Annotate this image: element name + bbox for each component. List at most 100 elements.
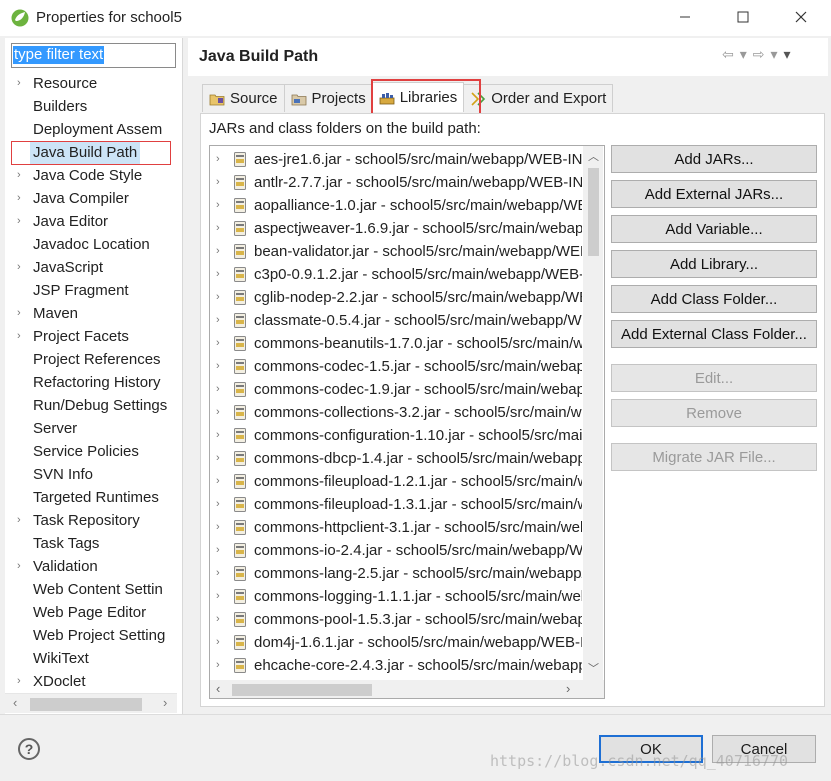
nav-item[interactable]: Web Project Setting — [5, 624, 177, 647]
forward-dropdown-icon[interactable]: ▾ — [771, 46, 778, 63]
scroll-up-icon[interactable]: ︿ — [588, 148, 599, 164]
scroll-left-icon[interactable]: ‹ — [13, 695, 17, 710]
nav-item[interactable]: › Java Code Style — [5, 164, 177, 187]
add-variable-button[interactable]: Add Variable... — [611, 215, 817, 243]
expand-arrow-icon[interactable]: › — [17, 72, 27, 95]
jar-list-item[interactable]: › commons-fileupload-1.2.1.jar - school5/… — [210, 470, 582, 493]
jar-list-item[interactable]: › commons-codec-1.5.jar - school5/src/mai… — [210, 355, 582, 378]
minimize-button[interactable] — [662, 0, 708, 34]
back-arrow-icon[interactable]: ⇦ — [722, 46, 734, 63]
jar-list-item[interactable]: › commons-beanutils-1.7.0.jar - school5/s… — [210, 332, 582, 355]
tab-order-and-export[interactable]: Order and Export — [463, 84, 614, 112]
scroll-thumb[interactable] — [232, 684, 372, 696]
expand-arrow-icon[interactable]: › — [216, 332, 220, 355]
jar-list-item[interactable]: › commons-dbcp-1.4.jar - school5/src/main… — [210, 447, 582, 470]
expand-arrow-icon[interactable]: › — [17, 302, 27, 325]
scroll-thumb[interactable] — [30, 698, 142, 711]
migrate-jar-file-button[interactable]: Migrate JAR File... — [611, 443, 817, 471]
expand-arrow-icon[interactable]: › — [216, 263, 220, 286]
scroll-down-icon[interactable]: ﹀ — [588, 660, 599, 676]
edit-button[interactable]: Edit... — [611, 364, 817, 392]
nav-item[interactable]: › Java Compiler — [5, 187, 177, 210]
expand-arrow-icon[interactable]: › — [216, 148, 220, 171]
expand-arrow-icon[interactable]: › — [17, 164, 27, 187]
nav-item[interactable]: Refactoring History — [5, 371, 177, 394]
expand-arrow-icon[interactable]: › — [216, 585, 220, 608]
expand-arrow-icon[interactable]: › — [216, 562, 220, 585]
expand-arrow-icon[interactable]: › — [17, 325, 27, 348]
jar-list-item[interactable]: › commons-httpclient-3.1.jar - school5/sr… — [210, 516, 582, 539]
jar-list-item[interactable]: › commons-pool-1.5.3.jar - school5/src/ma… — [210, 608, 582, 631]
maximize-button[interactable] — [720, 0, 766, 34]
expand-arrow-icon[interactable]: › — [216, 309, 220, 332]
nav-item[interactable]: › JavaScript — [5, 256, 177, 279]
nav-item[interactable]: › Java Editor — [5, 210, 177, 233]
nav-item[interactable]: › Resource — [5, 72, 177, 95]
expand-arrow-icon[interactable]: › — [17, 670, 27, 693]
nav-item[interactable]: Task Tags — [5, 532, 177, 555]
scroll-left-icon[interactable]: ‹ — [216, 681, 220, 696]
jar-list-item[interactable]: › c3p0-0.9.1.2.jar - school5/src/main/web… — [210, 263, 582, 286]
tab-libraries[interactable]: Libraries — [371, 82, 465, 112]
expand-arrow-icon[interactable]: › — [17, 187, 27, 210]
nav-item[interactable]: SVN Info — [5, 463, 177, 486]
jar-list-item[interactable]: › antlr-2.7.7.jar - school5/src/main/weba… — [210, 171, 582, 194]
jar-list-item[interactable]: › commons-lang-2.5.jar - school5/src/main… — [210, 562, 582, 585]
nav-item[interactable]: Deployment Assem — [5, 118, 177, 141]
expand-arrow-icon[interactable]: › — [216, 355, 220, 378]
nav-item[interactable]: Web Page Editor — [5, 601, 177, 624]
jar-list-item[interactable]: › ehcache-core-2.4.3.jar - school5/src/ma… — [210, 654, 582, 677]
expand-arrow-icon[interactable]: › — [216, 493, 220, 516]
expand-arrow-icon[interactable]: › — [17, 256, 27, 279]
jar-list-item[interactable]: › dom4j-1.6.1.jar - school5/src/main/weba… — [210, 631, 582, 654]
expand-arrow-icon[interactable]: › — [216, 539, 220, 562]
nav-item[interactable]: WikiText — [5, 647, 177, 670]
nav-item[interactable]: › Maven — [5, 302, 177, 325]
jar-list-item[interactable]: › commons-collections-3.2.jar - school5/s… — [210, 401, 582, 424]
nav-item[interactable]: › Validation — [5, 555, 177, 578]
nav-horizontal-scrollbar[interactable]: ‹ › — [5, 693, 177, 713]
nav-item[interactable]: Project References — [5, 348, 177, 371]
expand-arrow-icon[interactable]: › — [216, 631, 220, 654]
nav-item[interactable]: Run/Debug Settings — [5, 394, 177, 417]
tab-projects[interactable]: Projects — [283, 84, 373, 112]
expand-arrow-icon[interactable]: › — [17, 555, 27, 578]
expand-arrow-icon[interactable]: › — [216, 516, 220, 539]
nav-item[interactable]: Web Content Settin — [5, 578, 177, 601]
jar-list-item[interactable]: › classmate-0.5.4.jar - school5/src/main/… — [210, 309, 582, 332]
jar-list-item[interactable]: › commons-io-2.4.jar - school5/src/main/w… — [210, 539, 582, 562]
close-button[interactable] — [778, 0, 824, 34]
expand-arrow-icon[interactable]: › — [17, 509, 27, 532]
jar-list-item[interactable]: › aspectjweaver-1.6.9.jar - school5/src/m… — [210, 217, 582, 240]
expand-arrow-icon[interactable]: › — [216, 401, 220, 424]
help-icon[interactable]: ? — [18, 738, 40, 760]
add-external-class-folder-button[interactable]: Add External Class Folder... — [611, 320, 817, 348]
jar-list-item[interactable]: › commons-logging-1.1.1.jar - school5/src… — [210, 585, 582, 608]
nav-item[interactable]: Targeted Runtimes — [5, 486, 177, 509]
nav-item[interactable]: Javadoc Location — [5, 233, 177, 256]
remove-button[interactable]: Remove — [611, 399, 817, 427]
expand-arrow-icon[interactable]: › — [216, 286, 220, 309]
nav-item[interactable]: Server — [5, 417, 177, 440]
expand-arrow-icon[interactable]: › — [216, 217, 220, 240]
expand-arrow-icon[interactable]: › — [216, 654, 220, 677]
expand-arrow-icon[interactable]: › — [216, 240, 220, 263]
add-jars-button[interactable]: Add JARs... — [611, 145, 817, 173]
scroll-right-icon[interactable]: › — [566, 681, 570, 696]
expand-arrow-icon[interactable]: › — [216, 447, 220, 470]
nav-item[interactable]: Java Build Path — [5, 141, 177, 164]
expand-arrow-icon[interactable]: › — [216, 608, 220, 631]
jar-list[interactable]: › aes-jre1.6.jar - school5/src/main/webap… — [209, 145, 605, 699]
jar-list-vertical-scrollbar[interactable]: ︿ ﹀ — [583, 146, 603, 680]
nav-item[interactable]: JSP Fragment — [5, 279, 177, 302]
jar-list-item[interactable]: › bean-validator.jar - school5/src/main/w… — [210, 240, 582, 263]
jar-list-item[interactable]: › aopalliance-1.0.jar - school5/src/main/… — [210, 194, 582, 217]
jar-list-item[interactable]: › aes-jre1.6.jar - school5/src/main/webap… — [210, 148, 582, 171]
jar-list-item[interactable]: › commons-configuration-1.10.jar - school… — [210, 424, 582, 447]
nav-item[interactable]: Service Policies — [5, 440, 177, 463]
jar-list-item[interactable]: › commons-codec-1.9.jar - school5/src/mai… — [210, 378, 582, 401]
forward-arrow-icon[interactable]: ⇨ — [753, 46, 765, 63]
expand-arrow-icon[interactable]: › — [216, 194, 220, 217]
jar-list-horizontal-scrollbar[interactable]: ‹ › — [210, 680, 604, 698]
nav-item[interactable]: Builders — [5, 95, 177, 118]
